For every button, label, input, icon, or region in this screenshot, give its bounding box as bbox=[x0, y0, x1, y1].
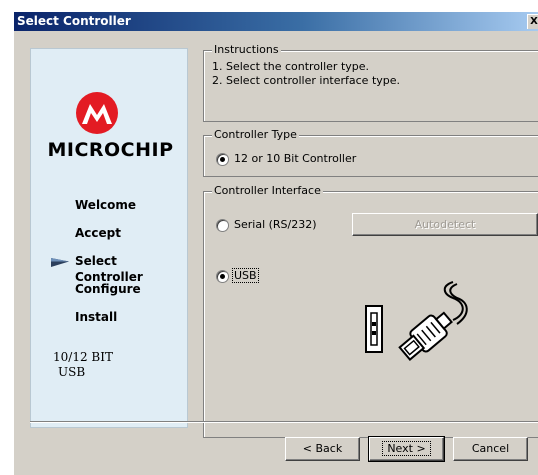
serial-option-label[interactable]: Serial (RS/232) bbox=[234, 218, 317, 231]
controller-type-legend: Controller Type bbox=[212, 128, 299, 141]
brand-name: MICROCHIP bbox=[47, 139, 174, 161]
usb-option-label[interactable]: USB bbox=[232, 268, 259, 283]
microchip-logo-icon bbox=[76, 92, 118, 134]
autodetect-button[interactable]: Autodetect bbox=[352, 213, 538, 236]
instruction-line-1: 1. Select the controller type. bbox=[212, 60, 370, 73]
step-label: Configure bbox=[75, 282, 141, 296]
usb-radio[interactable] bbox=[216, 270, 229, 283]
close-button[interactable]: X bbox=[527, 14, 538, 29]
cancel-button[interactable]: Cancel bbox=[453, 437, 528, 461]
controller-type-group: Controller Type 12 or 10 Bit Controller bbox=[203, 128, 538, 177]
instructions-legend: Instructions bbox=[212, 43, 281, 56]
next-button[interactable]: Next > bbox=[368, 436, 445, 462]
controller-type-radio[interactable] bbox=[216, 153, 229, 166]
back-button-label: < Back bbox=[302, 442, 343, 455]
step-label: Welcome bbox=[75, 198, 137, 212]
step-label: Select Controller bbox=[75, 254, 143, 284]
wizard-steps: Welcome Accept Select Controller Configu… bbox=[31, 197, 187, 337]
controller-type-option[interactable]: 12 or 10 Bit Controller bbox=[234, 152, 356, 165]
title-bar[interactable]: Select Controller X bbox=[14, 12, 538, 31]
step-label: Install bbox=[75, 310, 118, 324]
next-button-label: Next > bbox=[382, 441, 431, 456]
step-label: Accept bbox=[75, 226, 121, 240]
usb-connector-icon bbox=[365, 281, 468, 361]
controller-interface-legend: Controller Interface bbox=[212, 184, 323, 197]
current-step-arrow-icon bbox=[51, 258, 69, 267]
step-accept: Accept bbox=[31, 225, 187, 253]
instructions-group: Instructions 1. Select the controller ty… bbox=[203, 43, 538, 122]
window-title: Select Controller bbox=[17, 14, 131, 28]
step-welcome: Welcome bbox=[31, 197, 187, 225]
back-button[interactable]: < Back bbox=[285, 437, 360, 461]
version-line-1: 10/12 BIT bbox=[53, 350, 113, 364]
version-text: 10/12 BIT USB bbox=[53, 350, 113, 380]
version-line-2: USB bbox=[58, 365, 86, 379]
step-select-controller: Select Controller bbox=[31, 253, 187, 284]
radio-dot bbox=[220, 274, 225, 279]
dialog-window: MICROCHIP Welcome Accept Select Controll… bbox=[14, 31, 538, 475]
instruction-line-2: 2. Select controller interface type. bbox=[212, 74, 401, 87]
serial-radio[interactable] bbox=[216, 219, 229, 232]
step-install: Install bbox=[31, 309, 187, 337]
footer-separator bbox=[30, 421, 538, 423]
wizard-sidebar: MICROCHIP Welcome Accept Select Controll… bbox=[30, 48, 188, 428]
cancel-button-label: Cancel bbox=[471, 442, 510, 455]
radio-dot bbox=[220, 157, 225, 162]
step-configure: Configure bbox=[31, 281, 187, 309]
